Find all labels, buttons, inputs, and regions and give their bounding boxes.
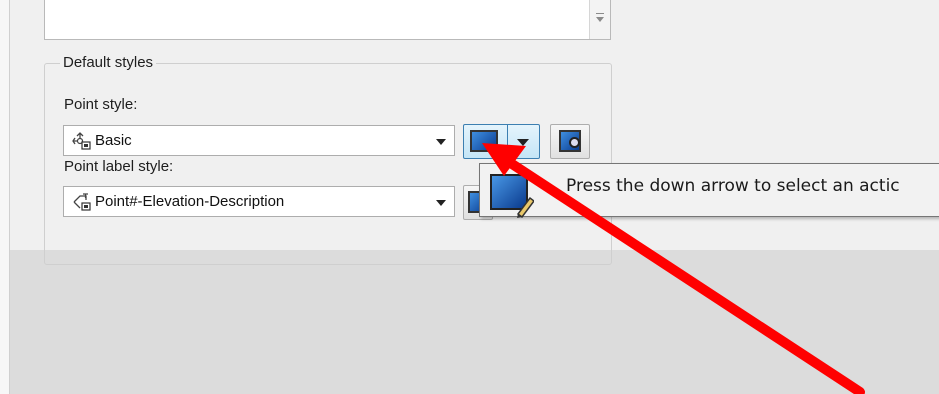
red-pointer-arrow: [482, 143, 865, 394]
arrow-shaft: [501, 155, 865, 394]
